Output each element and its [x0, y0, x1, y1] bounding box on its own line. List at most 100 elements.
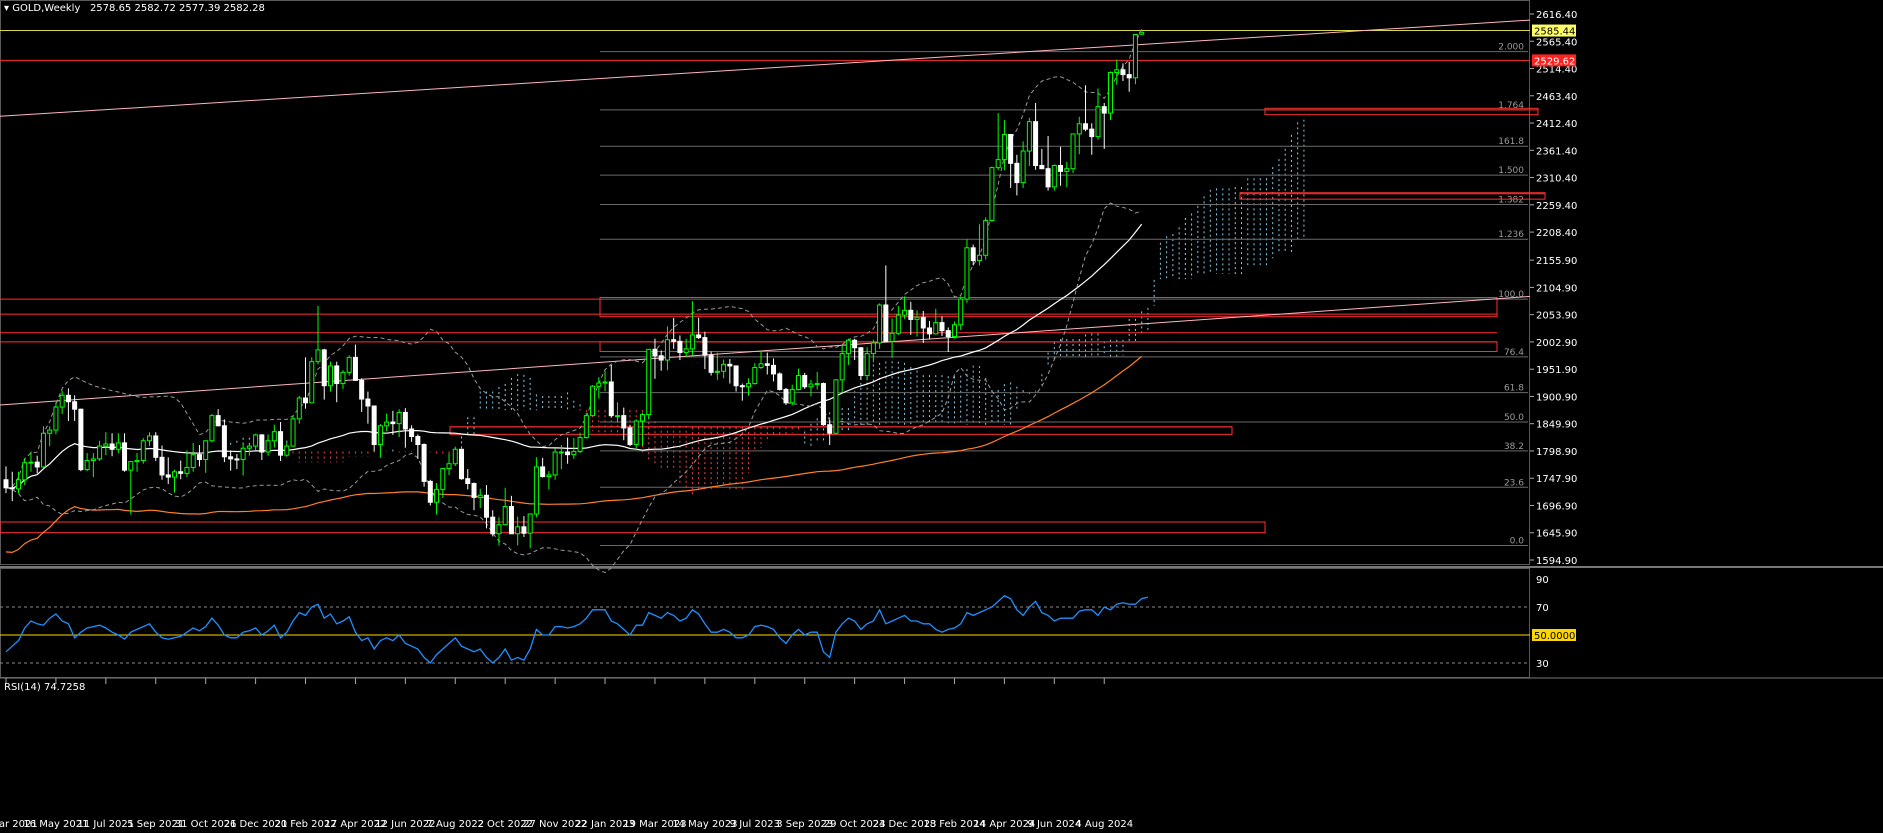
- candle-body: [496, 524, 502, 535]
- candle: [858, 347, 864, 380]
- candle-body: [1120, 69, 1126, 76]
- price-tick-label: 1696.90: [1536, 501, 1577, 512]
- time-axis: 21 Mar 202116 May 202111 Jul 20215 Sep 2…: [0, 678, 1133, 830]
- candle: [752, 363, 758, 385]
- candle: [870, 339, 876, 363]
- candle: [845, 338, 851, 365]
- candle-body: [471, 483, 477, 498]
- candle-body: [883, 304, 889, 342]
- candle-body: [228, 456, 234, 460]
- candle: [1064, 161, 1070, 187]
- candle-body: [671, 339, 677, 342]
- candle-body: [552, 451, 558, 476]
- candle-body: [540, 466, 546, 478]
- candle: [253, 433, 259, 451]
- candle-body: [976, 254, 982, 262]
- candle: [103, 432, 109, 456]
- candle-body: [1083, 123, 1089, 130]
- candle-body: [696, 334, 702, 339]
- candle: [621, 407, 627, 441]
- candle: [789, 384, 795, 406]
- candle: [334, 361, 340, 403]
- price-tick-label: 1594.90: [1536, 556, 1577, 567]
- price-axis: 2616.402565.402514.402463.402412.402361.…: [1530, 10, 1577, 567]
- fibonacci-levels: 2.0001.764161.81.5001.3821.236100.076.46…: [600, 43, 1528, 547]
- candle-body: [1101, 106, 1107, 114]
- candle-body: [1064, 168, 1070, 172]
- price-tick-label: 1849.90: [1536, 420, 1577, 431]
- zone-box: [1264, 107, 1539, 116]
- candle: [671, 317, 677, 349]
- candle: [639, 412, 645, 446]
- fib-label: 23.6: [1504, 478, 1524, 488]
- candle-body: [165, 474, 171, 478]
- candle-body: [440, 468, 446, 490]
- price-tick-label: 1951.90: [1536, 365, 1577, 376]
- candle: [908, 301, 914, 335]
- fib-label: 76.4: [1504, 348, 1524, 358]
- candle: [1008, 133, 1014, 188]
- candle-body: [421, 443, 427, 482]
- candle: [340, 370, 346, 389]
- price-tick-label: 2412.40: [1536, 119, 1577, 130]
- candle: [1120, 63, 1126, 82]
- candle-body: [352, 356, 358, 381]
- candle-body: [90, 458, 96, 462]
- candle: [203, 440, 209, 473]
- candle: [97, 440, 103, 462]
- chart-menu-icon[interactable]: ▾: [4, 3, 9, 14]
- candle-body: [1039, 164, 1045, 170]
- price-tick-label: 2002.90: [1536, 338, 1577, 349]
- candle-body: [646, 348, 652, 416]
- candle-body: [490, 516, 496, 535]
- chart-root: 2.000 1.764 161.8 1.500 1.382 1.236 100.0 76.4 6…: [0, 0, 1883, 833]
- lower-trendline: [0, 295, 1531, 406]
- candle-body: [733, 365, 739, 387]
- candle-body: [340, 371, 346, 385]
- candle-body: [1051, 164, 1057, 188]
- candle-body: [758, 363, 764, 369]
- candle-body: [346, 356, 352, 373]
- rsi-tick-label: 30: [1536, 659, 1549, 670]
- candle-body: [402, 411, 408, 430]
- candle-body: [995, 159, 1001, 169]
- candle-body: [546, 474, 552, 478]
- candle-body: [1058, 164, 1064, 172]
- candle: [384, 413, 390, 432]
- fib-label: 1.382: [1498, 195, 1524, 205]
- price-tick-label: 1645.90: [1536, 529, 1577, 540]
- candle-body: [115, 442, 121, 450]
- candle-body: [1033, 121, 1039, 166]
- candle-body: [309, 361, 315, 404]
- candle-body: [1001, 133, 1007, 161]
- candle-body: [689, 334, 695, 350]
- price-flag-label: 2585.44: [1534, 27, 1575, 38]
- candle-body: [583, 415, 589, 439]
- candle: [215, 409, 221, 427]
- candle-body: [1076, 123, 1082, 135]
- candle: [546, 471, 552, 490]
- candle: [727, 358, 733, 384]
- candle-body: [290, 418, 296, 447]
- candle: [1089, 123, 1095, 155]
- candle: [59, 390, 65, 415]
- candle: [90, 453, 96, 478]
- candle: [53, 402, 59, 435]
- candle-body: [1014, 162, 1020, 184]
- candle: [577, 432, 583, 454]
- candle-body: [1095, 106, 1101, 138]
- candle: [795, 368, 801, 391]
- candle: [178, 460, 184, 480]
- candle-body: [845, 339, 851, 355]
- candle: [615, 402, 621, 423]
- candle-body: [72, 401, 78, 410]
- candle: [696, 317, 702, 340]
- candle: [583, 412, 589, 439]
- candle-body: [103, 443, 109, 447]
- candle-body: [452, 448, 458, 465]
- candle-body: [446, 463, 452, 470]
- upper-trendline: [0, 19, 1531, 117]
- candle: [808, 379, 814, 397]
- candle-body: [415, 435, 421, 445]
- candle-body: [739, 385, 745, 388]
